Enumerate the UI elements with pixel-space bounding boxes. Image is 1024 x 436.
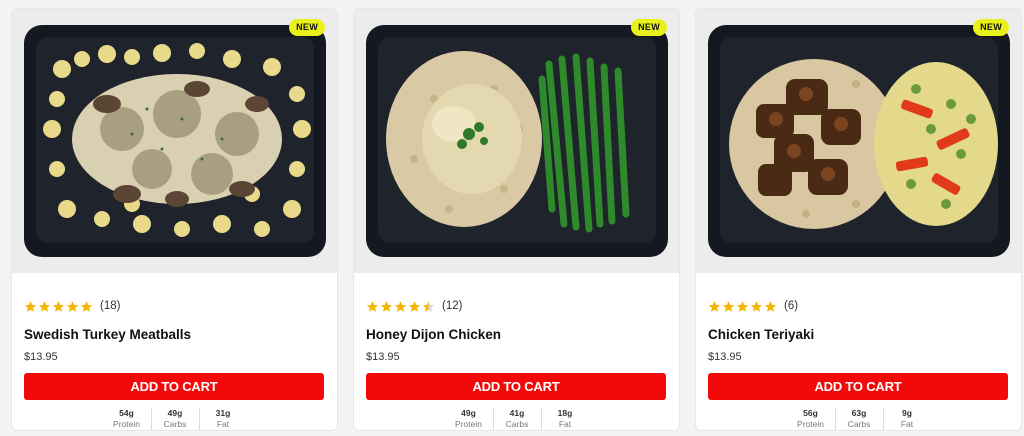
product-name[interactable]: Chicken Teriyaki <box>708 327 1009 342</box>
macros: 56g Protein 63g Carbs 9g Fat <box>708 408 1009 430</box>
rating[interactable]: (6) <box>708 299 1009 313</box>
macro-label: Fat <box>900 419 914 429</box>
macros: 49g Protein 41g Carbs 18g Fat <box>366 408 667 430</box>
macro-fat: 9g Fat <box>882 408 931 430</box>
meal-photo[interactable]: NEW <box>696 9 1021 273</box>
star-icon <box>80 300 93 313</box>
star-icon <box>52 300 65 313</box>
star-icon <box>38 300 51 313</box>
product-price: $13.95 <box>366 351 400 363</box>
macro-protein: 56g Protein <box>787 408 835 430</box>
macro-value: 18g <box>557 408 573 418</box>
new-badge: NEW <box>289 19 325 36</box>
macros: 54g Protein 49g Carbs 31g Fat <box>24 408 325 430</box>
star-icon <box>408 300 421 313</box>
product-name[interactable]: Honey Dijon Chicken <box>366 327 667 342</box>
star-icon <box>24 300 37 313</box>
product-price: $13.95 <box>24 351 58 363</box>
macro-label: Carbs <box>163 419 187 429</box>
star-icon <box>394 300 407 313</box>
new-badge: NEW <box>631 19 667 36</box>
macro-value: 41g <box>509 408 525 418</box>
meal-photo[interactable]: NEW <box>12 9 337 273</box>
macro-label: Protein <box>455 419 482 429</box>
star-icon <box>722 300 735 313</box>
add-to-cart-button[interactable]: ADD TO CART <box>366 373 666 400</box>
star-rating <box>366 300 436 313</box>
review-count: (18) <box>100 300 121 312</box>
macro-label: Protein <box>113 419 140 429</box>
star-half-icon <box>422 300 435 313</box>
macro-carbs: 41g Carbs <box>492 408 541 430</box>
meal-photo[interactable]: NEW <box>354 9 679 273</box>
rating[interactable]: (18) <box>24 299 325 313</box>
star-rating <box>24 300 94 313</box>
star-icon <box>750 300 763 313</box>
macro-protein: 54g Protein <box>103 408 151 430</box>
product-grid: NEW (18) Swedish Turkey Meatballs $13.95… <box>0 0 1024 436</box>
star-icon <box>366 300 379 313</box>
macro-value: 31g <box>215 408 231 418</box>
star-icon <box>708 300 721 313</box>
macro-value: 49g <box>461 408 476 418</box>
star-icon <box>66 300 79 313</box>
review-count: (6) <box>784 300 799 312</box>
star-icon <box>380 300 393 313</box>
review-count: (12) <box>442 300 463 312</box>
product-card[interactable]: NEW (12) Honey Dijon Chicken $13.95 ADD … <box>353 8 680 431</box>
star-icon <box>736 300 749 313</box>
rating[interactable]: (12) <box>366 299 667 313</box>
macro-label: Protein <box>797 419 824 429</box>
macro-label: Fat <box>216 419 230 429</box>
new-badge: NEW <box>973 19 1009 36</box>
product-price: $13.95 <box>708 351 742 363</box>
star-rating <box>708 300 778 313</box>
macro-value: 49g <box>167 408 183 418</box>
add-to-cart-button[interactable]: ADD TO CART <box>708 373 1008 400</box>
macro-label: Carbs <box>847 419 871 429</box>
add-to-cart-button[interactable]: ADD TO CART <box>24 373 324 400</box>
product-card[interactable]: NEW (18) Swedish Turkey Meatballs $13.95… <box>11 8 338 431</box>
product-card[interactable]: NEW (6) Chicken Teriyaki $13.95 ADD TO C… <box>695 8 1022 431</box>
macro-value: 9g <box>902 408 912 418</box>
macro-fat: 31g Fat <box>198 408 247 430</box>
macro-value: 54g <box>119 408 134 418</box>
macro-label: Carbs <box>505 419 529 429</box>
macro-protein: 49g Protein <box>445 408 493 430</box>
macro-value: 63g <box>851 408 867 418</box>
macro-fat: 18g Fat <box>540 408 589 430</box>
product-name[interactable]: Swedish Turkey Meatballs <box>24 327 325 342</box>
star-icon <box>764 300 777 313</box>
macro-carbs: 49g Carbs <box>150 408 199 430</box>
macro-carbs: 63g Carbs <box>834 408 883 430</box>
macro-value: 56g <box>803 408 818 418</box>
macro-label: Fat <box>558 419 572 429</box>
